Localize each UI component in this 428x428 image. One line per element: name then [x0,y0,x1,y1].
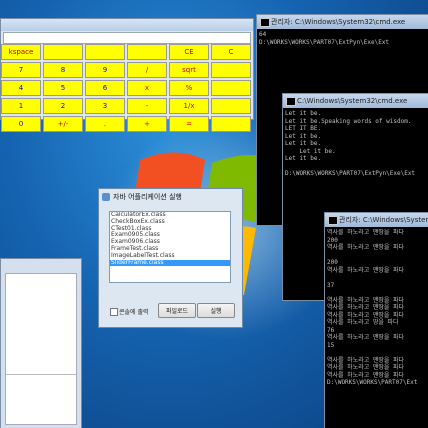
console-line: 64 [259,31,267,38]
digit-7-button[interactable]: 7 [1,62,41,78]
console-line: D:\WORKS\WORKS\PART07\Ext [327,379,418,386]
reciprocal-button[interactable]: 1/x [169,98,209,114]
calculator-window: kspace CE C 7 8 9 / sqrt 4 5 6 x % 1 2 3… [0,18,254,132]
java-app-icon [102,193,110,201]
sign-toggle-button[interactable]: +/- [43,116,83,132]
digit-6-button[interactable]: 6 [85,80,125,96]
minus-button[interactable]: - [127,98,167,114]
digit-1-button[interactable]: 1 [1,98,41,114]
digit-2-button[interactable]: 2 [43,98,83,114]
equals-button[interactable]: = [169,116,209,132]
cmd-icon [328,216,338,225]
java-dialog-titlebar[interactable]: 자바 어플리케이션 실행 [99,189,242,205]
console-line: 역사를 하노라고 맨땅을 파다 [327,311,405,319]
clear-button[interactable]: C [211,44,251,60]
calculator-titlebar[interactable] [1,19,253,31]
console-line: 200 [327,259,338,266]
cmd-title-text: C:\Windows\System32\cmd.exe [297,97,408,105]
blank-button[interactable] [85,44,125,60]
run-button[interactable]: 실행 [197,303,235,318]
cmd-titlebar[interactable]: 관리자: C:\Windows\System32\cmd.exe [257,15,428,29]
cmd-console-output: 역사를 하노라고 맨땅을 파다 200 역사를 하노라고 맨땅을 파다 200 역사를 … [327,229,427,427]
digit-9-button[interactable]: 9 [85,62,125,78]
console-line: LET IT BE. [285,125,322,132]
backspace-button[interactable]: kspace [1,44,41,60]
console-line: 역사를 하노라고 맨땅을 파다 [327,334,405,341]
console-line: Let it be.Speaking words of wisdom. [285,117,412,125]
console-line: 역사를 하노라고 맨땅을 파다 [327,364,405,371]
console-line: 역사를 하노라고 맨땅을 파다 [327,266,405,274]
console-line: 역사를 하노라고 땅을 파다 [327,319,399,326]
divider [6,374,76,375]
percent-button[interactable]: % [169,80,209,96]
console-line: 37 [327,281,335,289]
console-output-label: 콘솔에 출력 [119,309,149,316]
cmd-icon [286,97,296,106]
console-line: 역사를 하노라고 맨땅을 파다 [327,244,405,251]
blank-button[interactable] [211,116,251,132]
blank-button[interactable] [43,44,83,60]
console-line: 역사를 하노라고 맨땅을 파다 [327,296,405,304]
blank-window [0,258,82,428]
cmd-window-bottom: 관리자: C:\Windows\System32\cmd.exe 역사를 하노라… [324,212,428,428]
console-line: Let it be. [285,147,336,155]
cmd-titlebar[interactable]: C:\Windows\System32\cmd.exe [283,94,428,108]
class-list-item[interactable]: SliderFrame.class [110,259,230,267]
console-line: 역사를 하노라고 맨땅을 파다 [327,304,405,311]
digit-8-button[interactable]: 8 [43,62,83,78]
digit-0-button[interactable]: 0 [1,116,41,132]
console-line: 역사를 하노라고 맨땅을 파다 [327,371,405,379]
java-dialog-title: 자바 어플리케이션 실행 [113,193,182,201]
console-line: D:\WORKS\WORKS\PART07\ExtPyn\Exe\Ext [259,38,390,46]
calculator-display [3,32,251,44]
console-output-checkbox[interactable] [110,308,118,316]
multiply-button[interactable]: x [127,80,167,96]
console-line: 15 [327,341,335,349]
cmd-titlebar[interactable]: 관리자: C:\Windows\System32\cmd.exe [325,213,428,227]
console-line: Let it be. [285,110,322,117]
sqrt-button[interactable]: sqrt [169,62,209,78]
digit-3-button[interactable]: 3 [85,98,125,114]
cmd-icon [260,18,270,27]
divide-button[interactable]: / [127,62,167,78]
blank-button[interactable] [211,62,251,78]
plus-button[interactable]: + [127,116,167,132]
console-line: Let it be. [285,132,322,140]
blank-button[interactable] [211,98,251,114]
console-line: D:\WORKS\WORKS\PART07\ExtPyn\Exe\Ext [285,170,416,177]
load-file-button[interactable]: 파일로드 [158,303,196,318]
calculator-keypad: kspace CE C 7 8 9 / sqrt 4 5 6 x % 1 2 3… [1,44,251,132]
cmd-title-text: 관리자: C:\Windows\System32\cmd.exe [339,216,428,224]
console-line: 76 [327,326,335,334]
desktop: kspace CE C 7 8 9 / sqrt 4 5 6 x % 1 2 3… [0,0,428,428]
console-line: 200 [327,236,338,244]
cmd-title-text: 관리자: C:\Windows\System32\cmd.exe [271,18,406,26]
clear-entry-button[interactable]: CE [169,44,209,60]
blank-button[interactable] [211,80,251,96]
console-line: 역사를 하노라고 맨땅을 파다 [327,229,405,236]
digit-5-button[interactable]: 5 [43,80,83,96]
decimal-button[interactable]: . [85,116,125,132]
console-line: 역사를 하노라고 맨땅을 파다 [327,356,405,364]
console-line: Let it be. [285,140,322,147]
console-line: Let it be. [285,155,322,162]
digit-4-button[interactable]: 4 [1,80,41,96]
class-file-list[interactable]: CalculatorEx.class CheckBoxEx.class CTest0… [109,211,231,283]
blank-content-area [5,273,77,425]
blank-button[interactable] [127,44,167,60]
